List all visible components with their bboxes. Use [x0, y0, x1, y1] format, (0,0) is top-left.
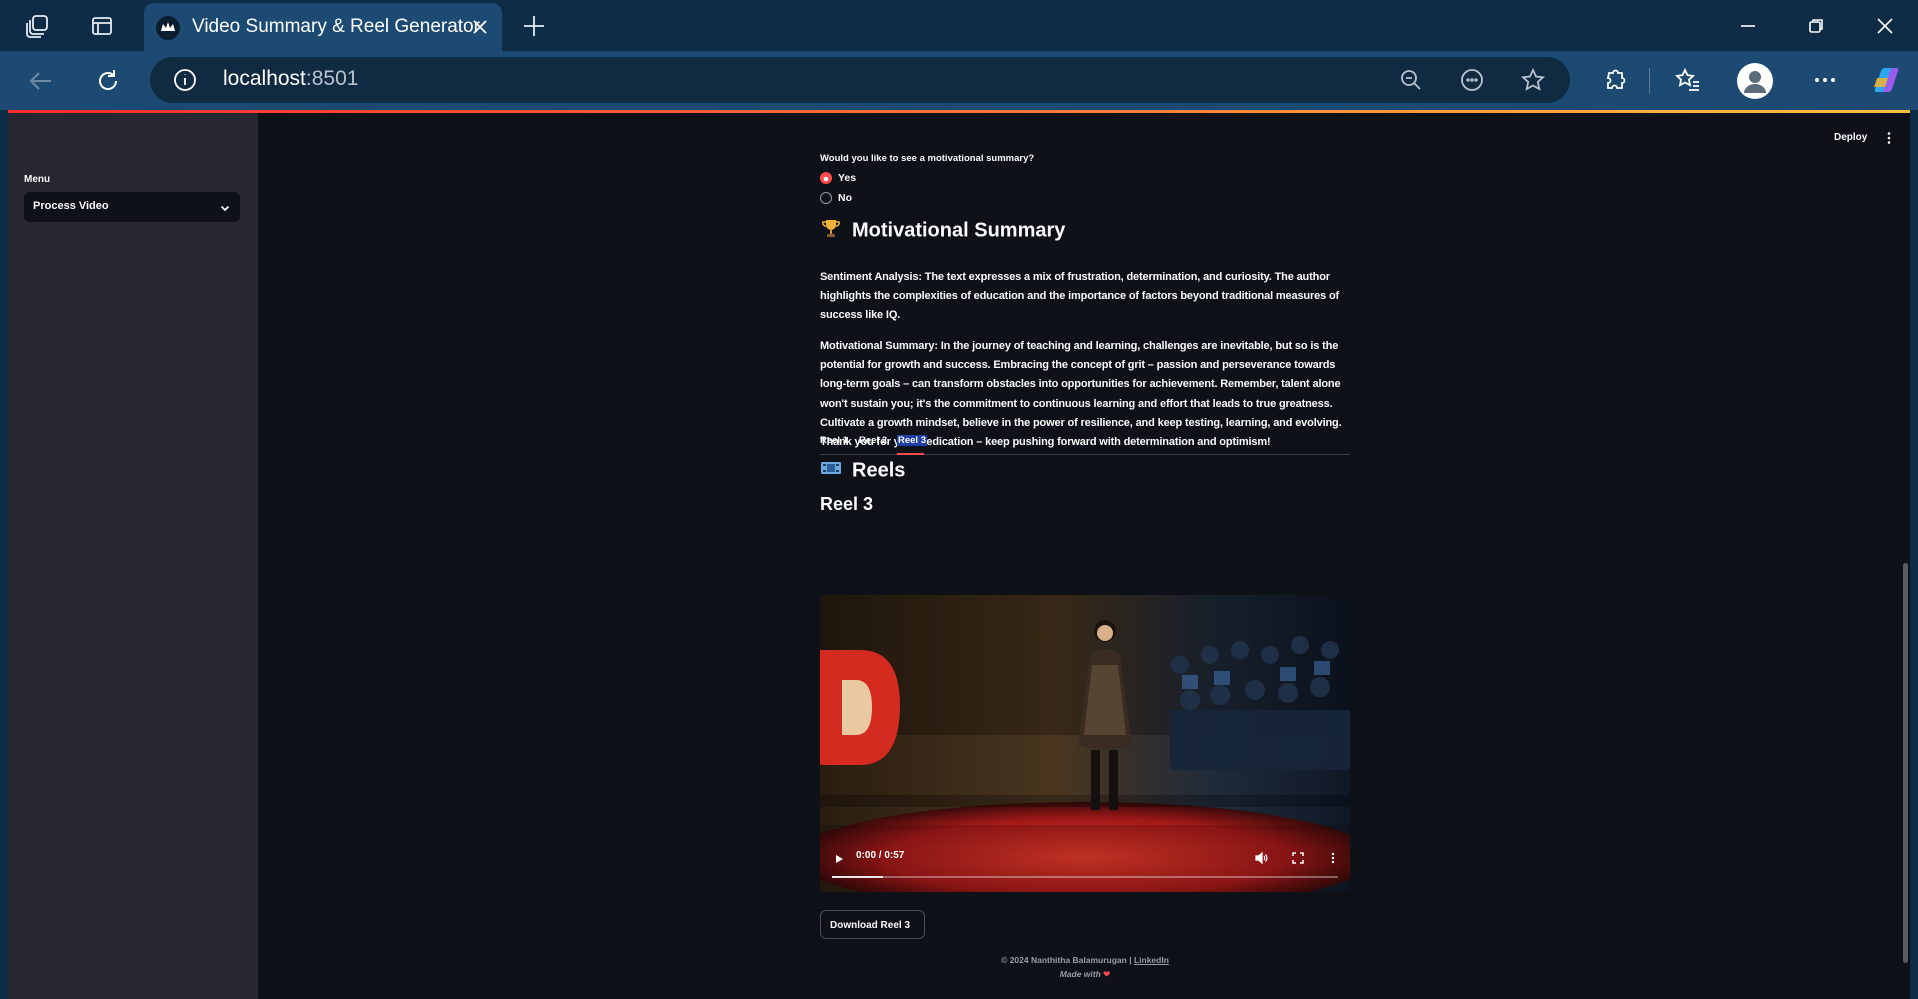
radio-selected-dot — [820, 172, 832, 184]
heart-icon: ❤ — [1103, 969, 1111, 979]
tab-reel-1[interactable]: Reel 1 — [820, 435, 848, 454]
radio-yes-label: Yes — [838, 172, 857, 184]
back-arrow-icon[interactable] — [26, 66, 56, 96]
fullscreen-icon[interactable] — [1291, 851, 1305, 865]
read-aloud-icon[interactable] — [1459, 67, 1485, 93]
sidebar: Menu Process Video — [8, 113, 258, 999]
streamlit-crown-icon — [156, 16, 180, 40]
download-reel-button[interactable]: Download Reel 3 — [820, 910, 925, 939]
reel-tabs: Reel 1 Reel 2 Reel 3 — [820, 435, 1350, 455]
toolbar-divider — [1649, 68, 1650, 94]
download-reel-label: Download Reel 3 — [830, 920, 911, 931]
active-tab-indicator — [897, 453, 924, 455]
volume-icon[interactable] — [1254, 851, 1268, 865]
video-progress-bar[interactable] — [832, 876, 1338, 878]
browser-tab-active[interactable]: Video Summary & Reel Generator — [144, 3, 502, 51]
refresh-icon[interactable] — [93, 66, 123, 96]
main-scrollbar[interactable] — [1903, 563, 1908, 963]
footer-made-with: Made with ❤ — [1059, 969, 1111, 979]
tab-title: Video Summary & Reel Generator — [192, 16, 480, 37]
close-window-icon[interactable] — [1871, 12, 1899, 40]
favorites-list-icon[interactable] — [1672, 65, 1702, 95]
chevron-down-icon — [219, 201, 231, 213]
summary-question: Would you like to see a motivational sum… — [820, 153, 1035, 164]
video-buffered-fill — [832, 876, 883, 878]
radio-no[interactable]: No — [820, 191, 920, 207]
tab-actions-icon[interactable] — [88, 12, 116, 40]
radio-no-label: No — [838, 192, 852, 204]
favorite-star-icon[interactable] — [1520, 67, 1546, 93]
film-icon — [820, 457, 842, 485]
motivational-heading: Motivational Summary — [820, 217, 1065, 245]
more-options-icon[interactable] — [1810, 65, 1840, 95]
trophy-icon — [820, 217, 842, 245]
profile-avatar[interactable] — [1737, 63, 1773, 99]
footer-copyright: © 2024 Nanthitha Balamurugan | LinkedIn — [1001, 955, 1169, 965]
main-area: Deploy Would you like to see a motivatio… — [258, 113, 1910, 999]
zoom-out-icon[interactable] — [1398, 67, 1424, 93]
reel-title: Reel 3 — [820, 494, 874, 514]
video-more-icon[interactable] — [1326, 851, 1340, 865]
menu-select[interactable]: Process Video — [24, 192, 240, 222]
minimize-icon[interactable] — [1734, 12, 1762, 40]
footer: © 2024 Nanthitha Balamurugan | LinkedIn … — [820, 953, 1350, 981]
deploy-button[interactable]: Deploy — [1834, 132, 1867, 143]
linkedin-link[interactable]: LinkedIn — [1134, 955, 1169, 965]
browser-titlebar: Video Summary & Reel Generator — [0, 0, 1918, 51]
new-tab-icon[interactable] — [520, 12, 548, 40]
app-frame: Menu Process Video Deploy Would you like… — [0, 110, 1918, 999]
workspaces-icon[interactable] — [24, 12, 52, 40]
restore-icon[interactable] — [1802, 12, 1830, 40]
menu-select-value: Process Video — [33, 200, 109, 212]
video-frame[interactable]: 0:00 / 0:57 — [820, 595, 1350, 892]
radio-yes[interactable]: Yes — [820, 171, 920, 187]
video-thumbnail — [820, 595, 1350, 892]
site-info-icon[interactable] — [172, 67, 198, 93]
video-time: 0:00 / 0:57 — [856, 850, 905, 861]
extensions-icon[interactable] — [1600, 65, 1630, 95]
close-tab-icon[interactable] — [468, 15, 492, 39]
address-bar[interactable]: localhost:8501 — [150, 57, 1570, 103]
url-text[interactable]: localhost:8501 — [223, 67, 358, 91]
tab-reel-3[interactable]: Reel 3 — [897, 435, 927, 454]
menu-label: Menu — [24, 174, 51, 185]
reels-heading: Reels — [820, 457, 905, 485]
copilot-icon[interactable] — [1869, 65, 1899, 95]
play-icon[interactable] — [832, 852, 846, 866]
browser-toolbar: localhost:8501 — [0, 51, 1918, 110]
tab-reel-2[interactable]: Reel 2 — [859, 435, 887, 454]
main-menu-icon[interactable] — [1882, 131, 1896, 145]
radio-unselected-circle — [820, 192, 832, 204]
sentiment-analysis-text: Sentiment Analysis: The text expresses a… — [820, 271, 1340, 322]
